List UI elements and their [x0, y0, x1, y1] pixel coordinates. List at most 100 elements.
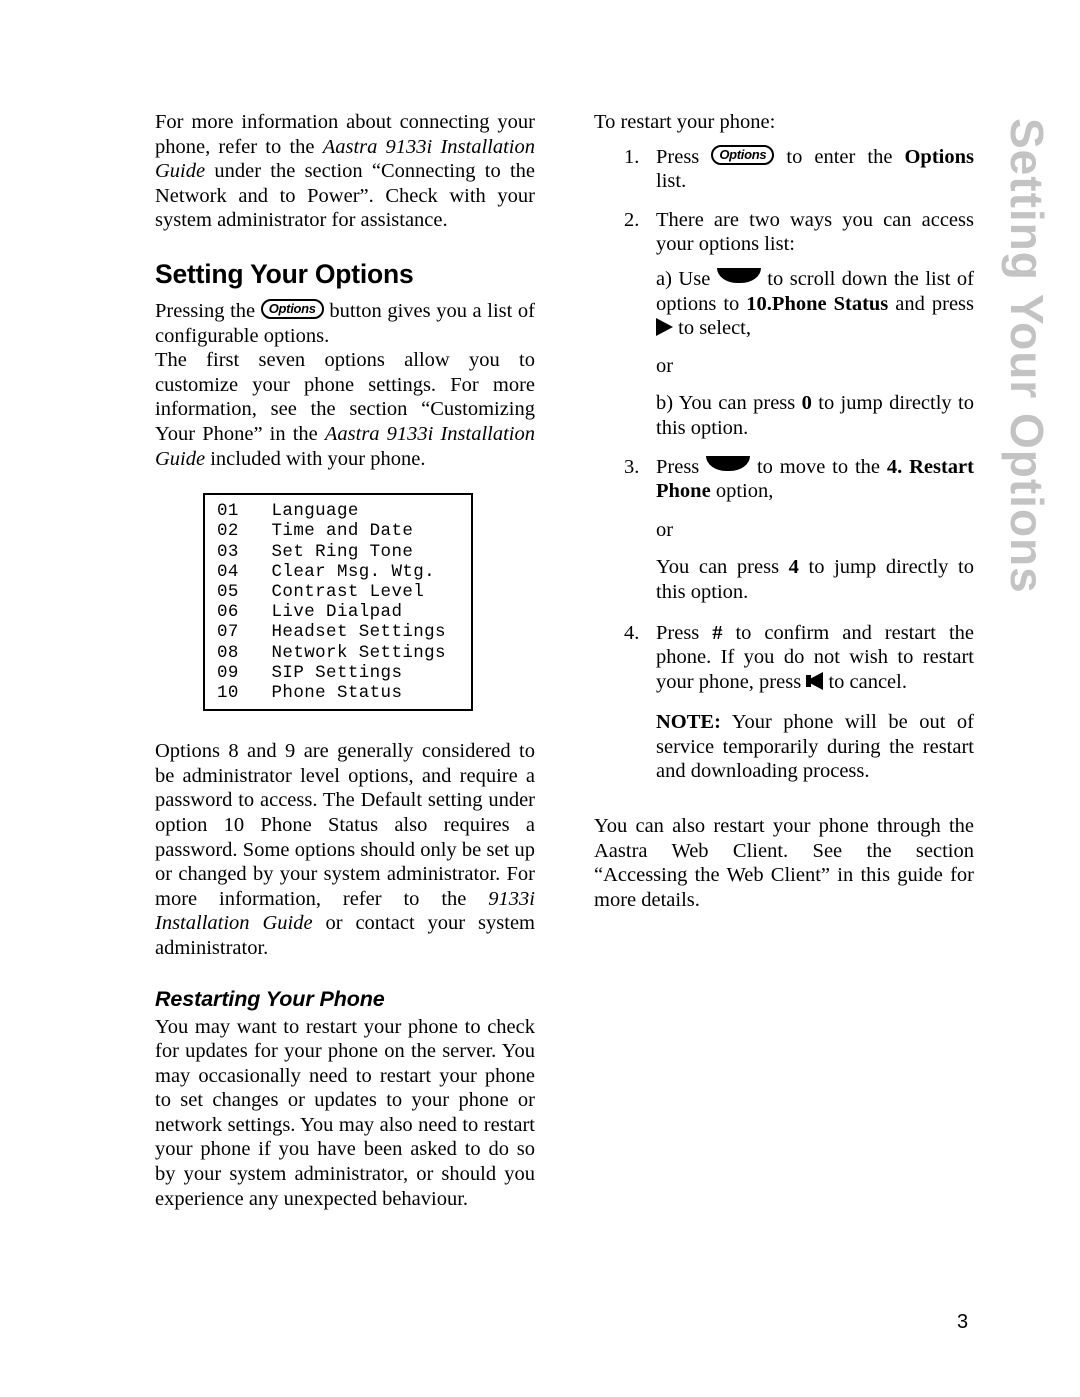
step1-seg2: to enter the [774, 145, 905, 168]
left-arrow-cancel-icon [806, 671, 824, 690]
option-label: Contrast Level [271, 581, 425, 602]
option-label: SIP Settings [271, 662, 403, 683]
restart-steps-list-cont: 3. Press to move to the 4. Restart Phone… [594, 455, 974, 504]
substep-a-seg3: and press [888, 292, 974, 315]
list-item: 02 Time and Date [205, 521, 471, 541]
right-arrow-select-icon [656, 318, 673, 337]
substep-a-seg4: to select, [673, 317, 751, 340]
option-label: Clear Msg. Wtg. [271, 561, 436, 582]
option-gap [239, 542, 272, 562]
note-label: NOTE: [656, 711, 721, 734]
option-label: Language [271, 501, 359, 522]
left-text-column: For more information about connecting yo… [155, 110, 535, 1211]
step4-seg1: Press [656, 621, 713, 644]
option-label: Live Dialpad [271, 602, 403, 623]
option-label: Set Ring Tone [271, 541, 414, 562]
step3-seg1: Press [656, 455, 707, 478]
option-number: 04 [217, 561, 239, 582]
paragraph-first-seven-options: The first seven options allow you to cus… [155, 348, 535, 471]
list-item: 04 Clear Msg. Wtg. [205, 562, 471, 582]
step-number: 1. [624, 145, 640, 168]
list-item: 08 Network Settings [205, 643, 471, 663]
substep-b-bold-zero: 0 [801, 392, 812, 415]
or-label-1: or [656, 354, 674, 377]
step4-seg3: to cancel. [823, 670, 907, 693]
step1-seg3: list. [656, 170, 687, 193]
option-gap [239, 643, 272, 663]
option-gap [239, 582, 272, 602]
option-gap [239, 501, 272, 521]
step-3: 3. Press to move to the 4. Restart Phone… [594, 455, 974, 504]
or-label-2: or [656, 518, 674, 541]
step3-seg3: option, [710, 480, 774, 503]
step-number: 3. [624, 455, 640, 478]
step-number: 4. [624, 621, 640, 644]
step1-bold-options: Options [904, 145, 974, 168]
option-number: 01 [217, 501, 239, 522]
document-page: For more information about connecting yo… [0, 0, 1080, 1397]
option-number: 05 [217, 581, 239, 602]
substep-3b-seg1: You can press [656, 556, 789, 579]
step-2-body: There are two ways you can access your o… [656, 208, 974, 256]
step1-seg1: Press [656, 145, 712, 168]
option-gap [239, 622, 272, 642]
option-number: 02 [217, 521, 239, 542]
paragraph-pressing-options: Pressing the Options button gives you a … [155, 298, 535, 348]
substep-b-seg1: b) You can press [656, 392, 802, 415]
option-label: Headset Settings [271, 622, 446, 643]
right-text-column: To restart your phone: 1. Press Options … [594, 110, 974, 912]
option-number: 03 [217, 541, 239, 562]
substep-a: a) Use to scroll down the list of option… [594, 267, 974, 341]
intro-seg3: under the section “Connecting to the Net… [155, 160, 535, 232]
options-list-box: 01 Language 02 Time and Date 03 Set Ring… [203, 493, 473, 712]
option-gap [239, 562, 272, 582]
closing-paragraph: You can also restart your phone through … [594, 815, 974, 911]
intro-paragraph: For more information about connecting yo… [155, 110, 535, 233]
option-number: 07 [217, 622, 239, 643]
pressing-seg1: Pressing the [155, 299, 261, 322]
option-number: 08 [217, 642, 239, 663]
substep-3b: You can press 4 to jump directly to this… [594, 555, 974, 604]
list-item: 07 Headset Settings [205, 622, 471, 642]
substep-a-bold-phone-status: 10.Phone Status [746, 292, 889, 315]
step-4-body: Press # to confirm and restart the phone… [656, 621, 974, 695]
paragraph-admin-options: Options 8 and 9 are generally considered… [155, 739, 535, 960]
down-scroll-key-icon [706, 455, 751, 471]
step3-seg2: to move to the [750, 455, 887, 478]
option-number: 10 [217, 682, 239, 703]
restart-intro-line: To restart your phone: [594, 111, 776, 133]
option-gap [239, 683, 272, 703]
vertical-section-tab: Setting Your Options [986, 118, 1072, 698]
firstseven-seg3: included with your phone. [205, 447, 426, 470]
option-number: 06 [217, 602, 239, 623]
down-scroll-key-icon [716, 267, 761, 283]
option-number: 09 [217, 662, 239, 683]
list-item: 05 Contrast Level [205, 582, 471, 602]
step-number: 2. [624, 208, 640, 231]
substep-a-seg1: a) Use [656, 267, 717, 290]
restart-steps-list-cont2: 4. Press # to confirm and restart the ph… [594, 621, 974, 695]
option-gap [239, 521, 272, 541]
option-gap [239, 663, 272, 683]
list-item: 10 Phone Status [205, 683, 471, 703]
step4-bold-hash: # [712, 621, 723, 644]
restart-steps-list: 1. Press Options to enter the Options li… [594, 144, 974, 257]
option-label: Network Settings [271, 642, 446, 663]
paragraph-restarting: You may want to restart your phone to ch… [155, 1015, 535, 1210]
list-item: 09 SIP Settings [205, 663, 471, 683]
options-button-icon: Options [260, 298, 324, 319]
option-label: Phone Status [271, 682, 403, 703]
vertical-section-tab-label: Setting Your Options [1001, 118, 1053, 594]
list-item: 03 Set Ring Tone [205, 542, 471, 562]
step-1-body: Press Options to enter the Options list. [656, 144, 974, 194]
step-4: 4. Press # to confirm and restart the ph… [594, 621, 974, 695]
list-item: 01 Language [205, 501, 471, 521]
admin-seg1: Options 8 and 9 are generally considered… [155, 740, 535, 910]
options-button-icon: Options [711, 144, 775, 165]
option-gap [239, 602, 272, 622]
note-block: NOTE: Your phone will be out of service … [594, 710, 974, 784]
step-1: 1. Press Options to enter the Options li… [594, 144, 974, 194]
option-label: Time and Date [271, 521, 414, 542]
substep-3b-bold-four: 4 [788, 556, 799, 579]
step-2: 2. There are two ways you can access you… [594, 208, 974, 257]
